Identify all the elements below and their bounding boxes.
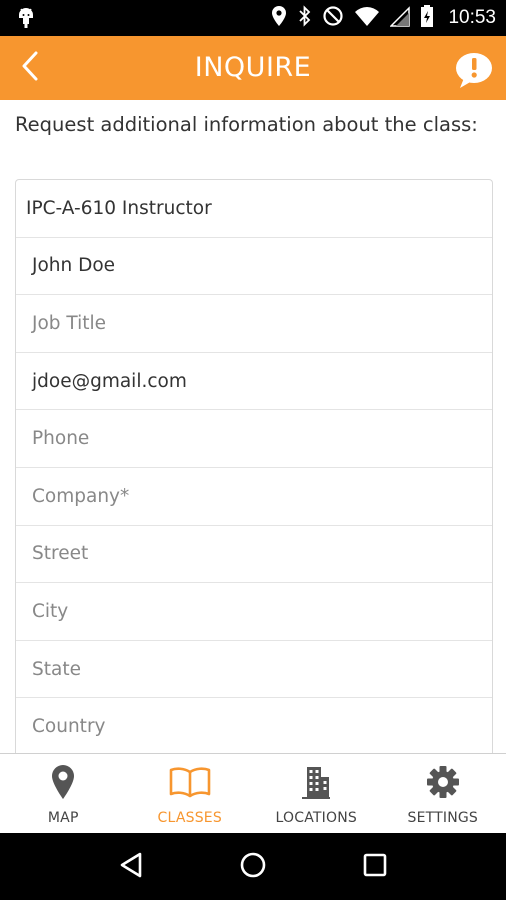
job-title-field[interactable]: Job Title	[16, 295, 492, 353]
wifi-icon	[354, 5, 380, 31]
email-field[interactable]: jdoe@gmail.com	[16, 353, 492, 411]
alert-button[interactable]	[454, 50, 494, 90]
home-circle-icon	[239, 851, 267, 883]
intro-text: Request additional information about the…	[15, 113, 478, 136]
recents-square-icon	[362, 852, 388, 882]
name-field[interactable]: John Doe	[16, 238, 492, 296]
street-field[interactable]: Street	[16, 526, 492, 584]
city-field[interactable]: City	[16, 583, 492, 641]
bottom-nav: MAP CLASSES LOCATIONS SETTINGS	[0, 753, 506, 833]
battery-icon	[420, 4, 434, 32]
page-title: INQUIRE	[194, 52, 312, 83]
signal-icon	[389, 5, 411, 31]
map-pin-icon	[50, 764, 76, 800]
country-field[interactable]: Country	[16, 698, 492, 753]
nav-label-map: MAP	[47, 810, 79, 826]
nav-item-classes[interactable]: CLASSES	[127, 754, 254, 833]
status-time: 10:53	[448, 7, 496, 28]
class-field[interactable]: IPC-A-610 Instructor	[16, 180, 492, 238]
back-button[interactable]	[10, 48, 50, 88]
app-bar: INQUIRE	[0, 36, 506, 100]
nav-item-settings[interactable]: SETTINGS	[380, 754, 506, 833]
system-recents-button[interactable]	[350, 842, 400, 892]
company-field[interactable]: Company*	[16, 468, 492, 526]
location-icon	[270, 5, 288, 31]
do-not-disturb-icon	[322, 5, 344, 31]
state-field[interactable]: State	[16, 641, 492, 699]
system-home-button[interactable]	[228, 842, 278, 892]
inquiry-form: IPC-A-610 Instructor John Doe Job Title …	[15, 179, 493, 753]
gear-icon	[426, 764, 460, 800]
nav-label-settings: SETTINGS	[407, 810, 479, 826]
android-debug-icon	[14, 6, 38, 34]
building-icon	[301, 764, 331, 800]
chevron-left-icon	[19, 50, 41, 86]
phone-field[interactable]: Phone	[16, 410, 492, 468]
nav-item-locations[interactable]: LOCATIONS	[253, 754, 380, 833]
alert-bubble-icon	[454, 53, 494, 94]
nav-label-locations: LOCATIONS	[275, 810, 357, 826]
system-nav-bar	[0, 833, 506, 900]
nav-label-classes: CLASSES	[157, 810, 222, 826]
system-back-button[interactable]	[106, 842, 156, 892]
back-triangle-icon	[118, 851, 144, 883]
bluetooth-icon	[298, 5, 312, 31]
open-book-icon	[168, 764, 212, 800]
nav-item-map[interactable]: MAP	[0, 754, 127, 833]
status-bar: 10:53	[0, 0, 506, 36]
